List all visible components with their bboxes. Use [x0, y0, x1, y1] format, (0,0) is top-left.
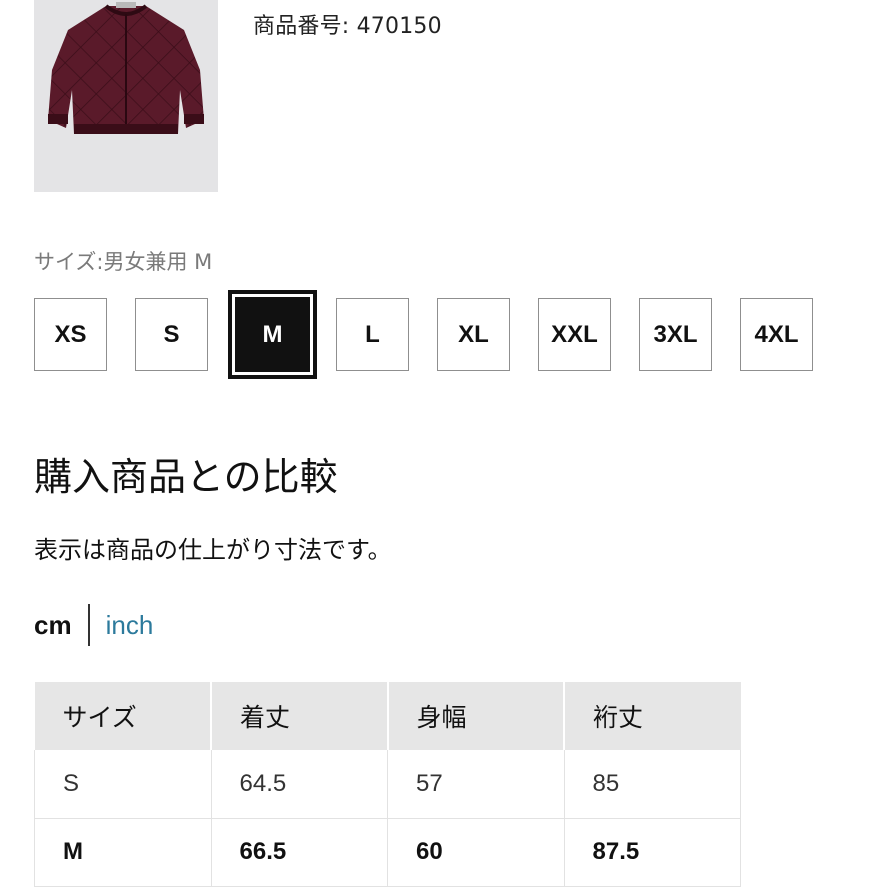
size-option-xs[interactable]: XS [34, 298, 107, 371]
header-size: サイズ [34, 682, 211, 750]
cell-sleeve: 87.5 [563, 818, 741, 887]
size-chart-table: サイズ 着丈 身幅 裄丈 S 64.5 57 85 M 66.5 60 87.5 [34, 682, 741, 887]
unit-cm[interactable]: cm [34, 610, 72, 641]
cell-length: 66.5 [210, 818, 388, 887]
measurement-note: 表示は商品の仕上がり寸法です。 [34, 536, 392, 564]
size-option-xl[interactable]: XL [437, 298, 510, 371]
comparison-title: 購入商品との比較 [34, 455, 338, 499]
unit-toggle: cm inch [34, 604, 153, 646]
size-option-l[interactable]: L [336, 298, 409, 371]
cell-width: 57 [387, 750, 564, 819]
cell-length: 64.5 [210, 750, 388, 819]
unit-inch-link[interactable]: inch [106, 610, 154, 641]
size-option-xxl[interactable]: XXL [538, 298, 611, 371]
size-option-3xl[interactable]: 3XL [639, 298, 712, 371]
cell-size: S [34, 750, 211, 819]
table-row-highlighted: M 66.5 60 87.5 [34, 818, 741, 887]
header-length: 着丈 [210, 682, 388, 750]
size-option-m[interactable]: M [228, 290, 317, 379]
jacket-icon [48, 2, 204, 134]
cell-width: 60 [387, 818, 564, 887]
product-number: 商品番号: 470150 [253, 14, 442, 39]
header-width: 身幅 [386, 682, 564, 750]
product-image[interactable] [34, 0, 218, 192]
cell-sleeve: 85 [563, 750, 741, 819]
size-option-s[interactable]: S [135, 298, 208, 371]
size-label: サイズ:男女兼用 M [34, 250, 213, 274]
cell-size: M [34, 818, 211, 887]
table-row: S 64.5 57 85 [34, 750, 741, 819]
size-option-4xl[interactable]: 4XL [740, 298, 813, 371]
header-sleeve: 裄丈 [563, 682, 741, 750]
size-selector: XS S M L XL XXL 3XL 4XL [34, 290, 834, 379]
table-header-row: サイズ 着丈 身幅 裄丈 [34, 682, 741, 750]
unit-divider [87, 604, 90, 646]
